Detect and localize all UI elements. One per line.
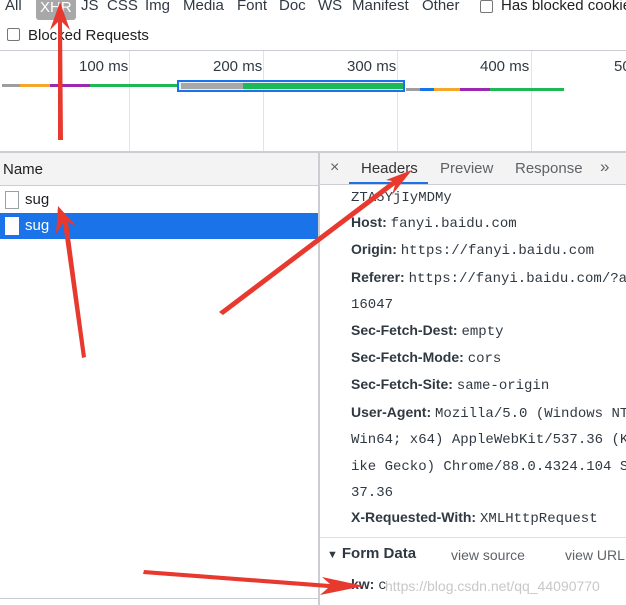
filter-manifest[interactable]: Manifest (352, 0, 409, 14)
filter-all[interactable]: All (5, 0, 22, 14)
filter-css[interactable]: CSS (107, 0, 138, 14)
header-line: Sec-Fetch-Dest: empty (351, 322, 504, 340)
section-divider (320, 537, 626, 538)
header-key: Sec-Fetch-Mode: (351, 349, 464, 365)
request-name: sug (25, 217, 50, 234)
blocked-requests-checkbox[interactable] (7, 28, 20, 41)
filter-js[interactable]: JS (81, 0, 99, 14)
header-value: fanyi.baidu.com (390, 216, 517, 232)
timeline-bar-segment (2, 84, 20, 87)
tick-label: 300 ms (347, 58, 397, 75)
header-line: Sec-Fetch-Mode: cors (351, 349, 501, 367)
timeline-bar-segment (243, 83, 403, 89)
active-tab-indicator (349, 182, 428, 184)
grid-line (263, 51, 264, 151)
tick-label: 50 (614, 58, 626, 75)
timeline-bar-segment (434, 88, 460, 91)
tick-label: 100 ms (79, 58, 129, 75)
tick-label: 200 ms (213, 58, 263, 75)
name-column-header[interactable]: Name (0, 153, 318, 186)
form-data-section-header[interactable]: ▼ Form Data (327, 545, 416, 562)
header-line: User-Agent: Mozilla/5.0 (Windows NT (351, 404, 626, 422)
header-line: Sec-Fetch-Site: same-origin (351, 376, 549, 394)
header-value: empty (461, 324, 504, 340)
form-data-key: kw: (351, 576, 375, 592)
timeline-bar-segment (420, 88, 434, 91)
detail-tab-bar: × Headers Preview Response » (320, 153, 626, 185)
header-value: 37.36 (351, 485, 394, 501)
header-line: Referer: https://fanyi.baidu.com/?a (351, 269, 626, 287)
blocked-requests-label: Blocked Requests (28, 27, 149, 44)
header-line: ZTA5YjIyMDMy (351, 188, 452, 206)
grid-line (531, 51, 532, 151)
header-line: Host: fanyi.baidu.com (351, 214, 517, 232)
timeline-bar-segment (460, 88, 490, 91)
header-line: 16047 (351, 295, 393, 313)
filter-ws[interactable]: WS (318, 0, 342, 14)
timeline-bar-segment (20, 84, 50, 87)
close-icon[interactable]: × (330, 159, 339, 177)
document-icon (5, 191, 19, 209)
header-value: Mozilla/5.0 (Windows NT (435, 406, 626, 422)
header-key: X-Requested-With: (351, 509, 477, 525)
watermark: https://blog.csdn.net/qq_44090770 (385, 578, 600, 594)
filter-media[interactable]: Media (183, 0, 224, 14)
tick-label: 400 ms (480, 58, 530, 75)
list-divider (0, 598, 318, 599)
header-line: Origin: https://fanyi.baidu.com (351, 241, 594, 259)
header-value: XMLHttpRequest (479, 511, 598, 527)
timeline-bar-segment (181, 83, 243, 89)
tab-response[interactable]: Response (515, 160, 583, 177)
request-detail-panel: × Headers Preview Response » ZTA5YjIyMDM… (320, 153, 626, 605)
header-value: ike Gecko) Chrome/88.0.4324.104 Sa (351, 459, 626, 475)
tab-headers[interactable]: Headers (361, 160, 418, 177)
tab-preview[interactable]: Preview (440, 160, 493, 177)
timeline-bar-segment (50, 84, 90, 87)
timeline-bar-segment (406, 88, 420, 91)
header-value: Win64; x64) AppleWebKit/537.36 (KH (351, 432, 626, 448)
filter-doc[interactable]: Doc (279, 0, 306, 14)
header-key: Sec-Fetch-Dest: (351, 322, 458, 338)
more-tabs-icon[interactable]: » (600, 157, 609, 177)
filter-other[interactable]: Other (422, 0, 460, 14)
header-value: https://fanyi.baidu.com (400, 243, 595, 259)
filter-img[interactable]: Img (145, 0, 170, 14)
form-data-title: Form Data (341, 545, 417, 562)
document-icon (5, 217, 19, 235)
request-row-selected[interactable]: sug (0, 213, 318, 239)
timeline-bar-segment (90, 84, 180, 87)
header-key: Sec-Fetch-Site: (351, 376, 453, 392)
request-name: sug (25, 191, 50, 208)
header-key: Origin: (351, 241, 397, 257)
header-line: ike Gecko) Chrome/88.0.4324.104 Sa (351, 457, 626, 475)
request-list: Name sug sug (0, 153, 318, 605)
timeline-bar-segment (490, 88, 564, 91)
header-value: https://fanyi.baidu.com/?a (408, 271, 626, 287)
header-value: 16047 (351, 297, 394, 313)
filter-xhr[interactable]: XHR (36, 0, 76, 20)
blocked-cookies-label: Has blocked cookie (501, 0, 626, 14)
view-url-link[interactable]: view URL (565, 547, 625, 563)
grid-line (129, 51, 130, 151)
triangle-down-icon: ▼ (327, 549, 338, 561)
header-line: X-Requested-With: XMLHttpRequest (351, 509, 598, 527)
blocked-cookies-checkbox[interactable] (480, 0, 493, 13)
header-key: Host: (351, 214, 387, 230)
header-value: cors (467, 351, 502, 367)
header-value: ZTA5YjIyMDMy (351, 190, 452, 206)
form-data-line: kw: c (351, 576, 387, 594)
network-overview[interactable]: 100 ms 200 ms 300 ms 400 ms 50 (0, 51, 626, 151)
header-key: Referer: (351, 269, 405, 285)
request-row[interactable]: sug (0, 187, 318, 213)
view-source-link[interactable]: view source (451, 547, 525, 563)
name-column-label: Name (3, 161, 44, 178)
header-line: Win64; x64) AppleWebKit/537.36 (KH (351, 430, 626, 448)
filter-font[interactable]: Font (237, 0, 267, 14)
header-line: 37.36 (351, 483, 393, 501)
header-value: same-origin (456, 378, 550, 394)
grid-line (397, 51, 398, 151)
header-key: User-Agent: (351, 404, 432, 420)
